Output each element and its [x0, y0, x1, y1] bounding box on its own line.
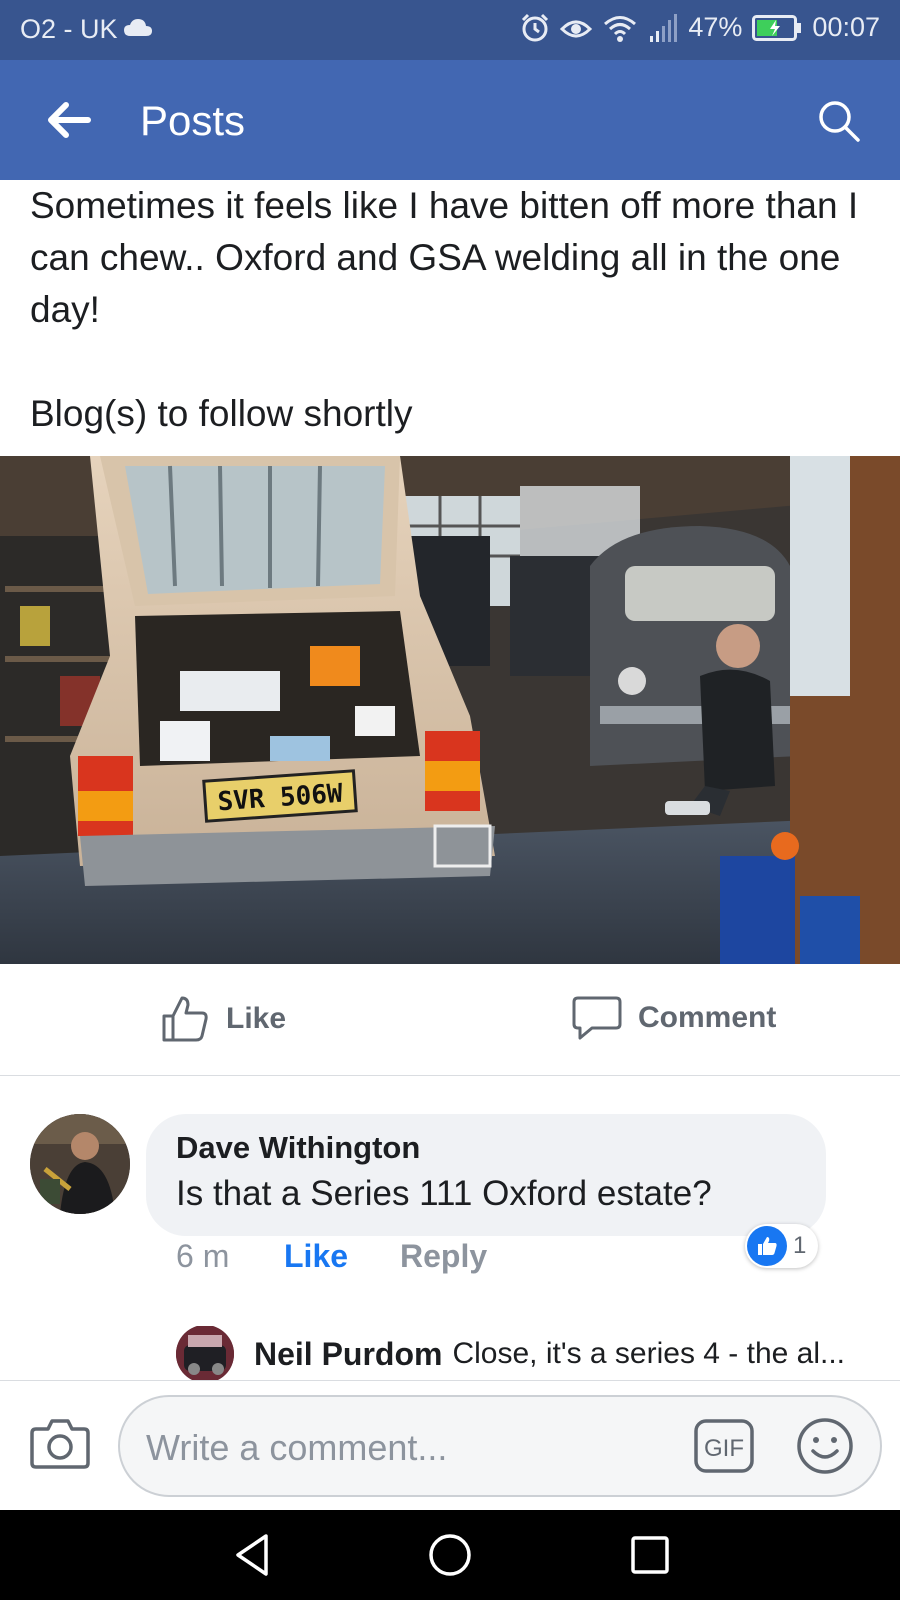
reply-avatar[interactable] [176, 1326, 234, 1382]
post-actions: Like Comment [0, 964, 900, 1076]
comment-bubble[interactable]: Dave Withington Is that a Series 111 Oxf… [146, 1114, 826, 1236]
wifi-icon [604, 15, 637, 42]
post-text-paragraph-2: Blog(s) to follow shortly [30, 393, 413, 434]
comment-author[interactable]: Dave Withington [176, 1130, 796, 1166]
clock-time: 00:07 [812, 12, 880, 42]
reply-text: Close, it's a series 4 - the al... [452, 1337, 846, 1370]
avatar[interactable] [30, 1114, 130, 1214]
comment-text: Is that a Series 111 Oxford estate? [176, 1174, 712, 1213]
gif-label: GIF [704, 1435, 744, 1462]
nav-home-icon[interactable] [425, 1530, 475, 1580]
cloud-icon [124, 19, 152, 36]
comment-input-placeholder: Write a comment... [146, 1427, 448, 1468]
page-title: Posts [140, 97, 246, 144]
comment-input[interactable]: Write a comment... GIF [118, 1395, 882, 1497]
camera-icon[interactable] [30, 1415, 90, 1471]
comment-time: 6 m [176, 1238, 230, 1274]
like-reaction-icon [747, 1226, 787, 1266]
reaction-count: 1 [793, 1232, 807, 1259]
signal-icon [650, 13, 678, 42]
comment-button-label: Comment [638, 1001, 777, 1034]
garage-photo-illustration: SVR 506W [0, 456, 900, 964]
comment-meta: 6 m Like Reply [176, 1238, 487, 1275]
app-bar: Posts [0, 60, 900, 180]
alarm-icon [522, 13, 549, 41]
reply-preview[interactable]: Neil Purdom Close, it's a series 4 - the… [176, 1326, 900, 1382]
reaction-badge[interactable]: 1 [745, 1224, 819, 1268]
eye-icon [560, 20, 593, 37]
comment-composer: Write a comment... GIF [0, 1380, 900, 1510]
comment-reply-link[interactable]: Reply [400, 1238, 487, 1275]
comment-bubble-icon [572, 996, 622, 1040]
emoji-icon[interactable] [796, 1417, 854, 1475]
comment-button[interactable]: Comment [572, 994, 776, 1042]
post-text: Sometimes it feels like I have bitten of… [30, 180, 880, 440]
like-button[interactable]: Like [160, 994, 286, 1044]
nav-recents-icon[interactable] [625, 1530, 675, 1580]
system-nav-bar [0, 1510, 900, 1600]
carrier-label: O2 - UK [20, 14, 118, 44]
post-photo[interactable]: SVR 506W [0, 456, 900, 964]
reply-author[interactable]: Neil Purdom [254, 1336, 442, 1373]
status-bar: O2 - UK 47% 00:07 [0, 0, 900, 60]
gif-button[interactable]: GIF [694, 1419, 754, 1473]
comment-like-link[interactable]: Like [284, 1238, 400, 1275]
battery-icon [752, 14, 802, 41]
battery-percent: 47% [688, 12, 743, 42]
post-text-paragraph: Sometimes it feels like I have bitten of… [30, 185, 859, 330]
arrow-left-icon[interactable] [44, 100, 94, 140]
thumbs-up-icon [162, 996, 208, 1042]
nav-back-icon[interactable] [228, 1530, 278, 1580]
like-button-label: Like [226, 1002, 287, 1035]
search-icon[interactable] [816, 98, 862, 144]
gif-icon: GIF [694, 1419, 754, 1473]
